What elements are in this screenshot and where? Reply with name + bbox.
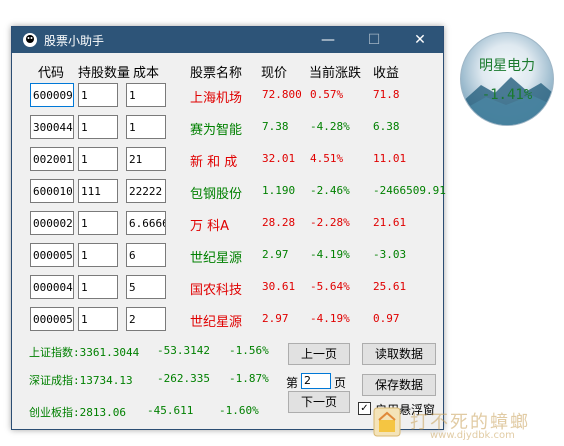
stock-price: 32.01: [262, 152, 296, 165]
app-logo-icon: [23, 33, 37, 47]
stock-name: 新 和 成: [190, 155, 238, 170]
ball-stock-name: 明星电力: [479, 58, 535, 74]
stock-price: 7.38: [262, 120, 289, 133]
stock-name: 赛为智能: [190, 123, 243, 138]
index-pct: -1.56%: [229, 344, 269, 357]
stock-price: 28.28: [262, 216, 296, 229]
stock-change: -4.19%: [310, 312, 350, 325]
snowy-mountain-icon: [461, 77, 553, 125]
stock-name: 上海机场: [190, 91, 243, 106]
close-button[interactable]: ✕: [397, 27, 443, 53]
qty-input[interactable]: 1: [78, 211, 118, 235]
index-label: 创业板指:2813.06: [29, 406, 126, 419]
floating-ball[interactable]: 明星电力 -1.41%: [460, 32, 554, 126]
save-data-button[interactable]: 保存数据: [362, 374, 436, 396]
code-input[interactable]: 002001: [30, 147, 74, 171]
stock-price: 72.800: [262, 88, 302, 101]
stock-profit: 6.38: [373, 120, 400, 133]
next-page-button[interactable]: 下一页: [288, 391, 350, 413]
stock-change: 4.51%: [310, 152, 344, 165]
code-input[interactable]: 600010: [30, 179, 74, 203]
header-profit: 收益: [373, 66, 400, 81]
cost-input[interactable]: 1: [126, 83, 166, 107]
ball-stock-change: -1.41%: [481, 87, 533, 103]
watermark-url: www.djydbk.com: [430, 430, 515, 441]
title-bar[interactable]: 股票小助手 — ☐ ✕: [12, 27, 443, 53]
qty-input[interactable]: 111: [78, 179, 118, 203]
stock-name: 万 科A: [190, 219, 230, 234]
cost-input[interactable]: 2: [126, 307, 166, 331]
cost-input[interactable]: 6.6666: [126, 211, 166, 235]
cost-input[interactable]: 1: [126, 115, 166, 139]
index-label: 上证指数:3361.3044: [29, 346, 140, 359]
window-title: 股票小助手: [44, 34, 105, 48]
qty-input[interactable]: 1: [78, 147, 118, 171]
header-price: 现价: [261, 66, 288, 81]
qty-input[interactable]: 1: [78, 307, 118, 331]
qty-input[interactable]: 1: [78, 83, 118, 107]
qty-input[interactable]: 1: [78, 115, 118, 139]
app-window: 股票小助手 — ☐ ✕ 代码 持股数量 成本 股票名称 现价 当前涨跌 收益 6…: [11, 26, 446, 430]
header-code: 代码: [38, 66, 65, 81]
stock-change: -4.19%: [310, 248, 350, 261]
header-name: 股票名称: [190, 66, 243, 81]
cost-input[interactable]: 6: [126, 243, 166, 267]
stock-change: 0.57%: [310, 88, 344, 101]
code-input[interactable]: 000002: [30, 211, 74, 235]
index-change: -45.611: [147, 404, 194, 417]
index-pct: -1.60%: [219, 404, 259, 417]
page-prefix: 第: [286, 376, 299, 390]
header-change: 当前涨跌: [309, 66, 362, 81]
header-cost: 成本: [133, 66, 160, 81]
header-qty: 持股数量: [78, 66, 131, 81]
stock-profit: -3.03: [373, 248, 407, 261]
code-input[interactable]: 300044: [30, 115, 74, 139]
stock-profit: 25.61: [373, 280, 407, 293]
index-change: -53.3142: [157, 344, 210, 357]
stock-change: -2.46%: [310, 184, 350, 197]
page-suffix: 页: [334, 376, 347, 390]
stock-profit: 21.61: [373, 216, 407, 229]
stock-profit: 0.97: [373, 312, 400, 325]
cost-input[interactable]: 21: [126, 147, 166, 171]
maximize-button[interactable]: ☐: [351, 27, 397, 53]
stock-name: 国农科技: [190, 283, 243, 298]
cost-input[interactable]: 22222: [126, 179, 166, 203]
stock-change: -4.28%: [310, 120, 350, 133]
qty-input[interactable]: 1: [78, 275, 118, 299]
read-data-button[interactable]: 读取数据: [362, 343, 436, 365]
code-input[interactable]: 000005: [30, 307, 74, 331]
stock-name: 世纪星源: [190, 251, 243, 266]
index-change: -262.335: [157, 372, 210, 385]
page-number-input[interactable]: 2: [301, 373, 331, 389]
prev-page-button[interactable]: 上一页: [288, 343, 350, 365]
index-pct: -1.87%: [229, 372, 269, 385]
stock-profit: 71.8: [373, 88, 400, 101]
stock-profit: 11.01: [373, 152, 407, 165]
code-input[interactable]: 600009: [30, 83, 74, 107]
stock-profit: -2466509.91: [373, 184, 446, 197]
stock-price: 2.97: [262, 248, 289, 261]
minimize-button[interactable]: —: [305, 27, 351, 53]
stock-price: 1.190: [262, 184, 296, 197]
stock-price: 30.61: [262, 280, 296, 293]
stock-name: 包钢股份: [190, 187, 243, 202]
code-input[interactable]: 000004: [30, 275, 74, 299]
code-input[interactable]: 000005: [30, 243, 74, 267]
stock-name: 世纪星源: [190, 315, 243, 330]
qty-input[interactable]: 1: [78, 243, 118, 267]
stock-change: -5.64%: [310, 280, 350, 293]
stock-change: -2.28%: [310, 216, 350, 229]
stock-price: 2.97: [262, 312, 289, 325]
index-label: 深证成指:13734.13: [29, 374, 133, 387]
cost-input[interactable]: 5: [126, 275, 166, 299]
